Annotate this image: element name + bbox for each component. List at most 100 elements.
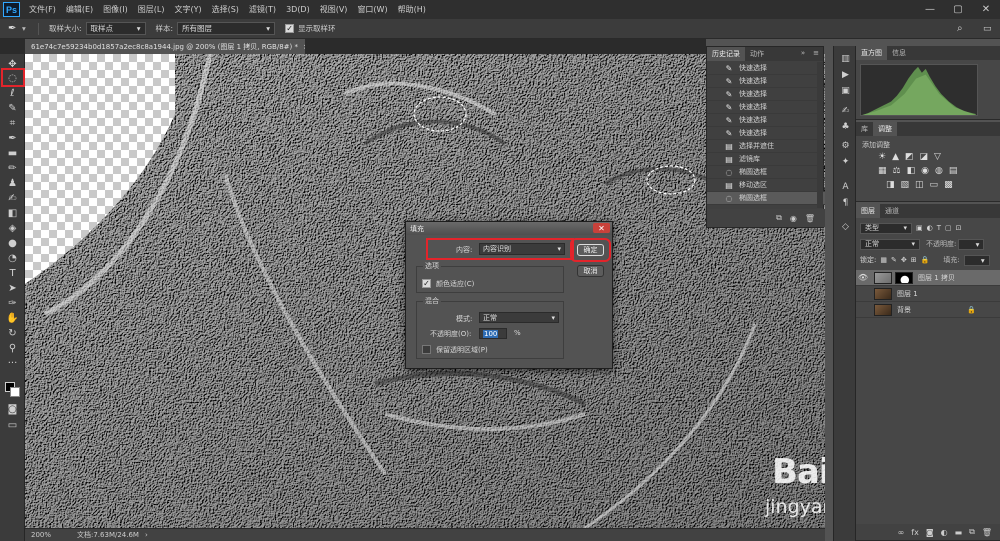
menu-help[interactable]: 帮助(H) — [393, 4, 431, 15]
history-item[interactable]: ✎ 快速选择 — [707, 127, 825, 140]
3d-panel-icon[interactable]: ◇ — [838, 220, 853, 233]
cancel-button[interactable]: 取消 — [577, 265, 604, 277]
trash-icon[interactable]: 🗑 — [982, 528, 992, 537]
invert-icon[interactable]: ◨ — [886, 180, 895, 190]
filter-type-icon[interactable]: T — [937, 224, 941, 232]
menu-window[interactable]: 窗口(W) — [352, 4, 392, 15]
status-menu-arrow-icon[interactable]: › — [145, 531, 148, 539]
type-tool-icon[interactable]: T — [3, 267, 22, 280]
new-document-from-state-icon[interactable]: ⧉ — [776, 213, 782, 223]
zoom-level[interactable]: 200% — [31, 531, 71, 539]
new-layer-icon[interactable]: ⧉ — [969, 527, 975, 537]
quick-mask-icon[interactable]: ◙ — [3, 403, 22, 416]
gradient-map-icon[interactable]: ▭ — [930, 180, 939, 190]
tab-libraries[interactable]: 库 — [856, 122, 873, 136]
history-item[interactable]: ✎ 快速选择 — [707, 62, 825, 75]
sample-select[interactable]: 所有图层 ▾ — [177, 22, 276, 35]
history-item[interactable]: ✎ 快速选择 — [707, 75, 825, 88]
eyedropper-tool-icon[interactable]: ✒ — [3, 132, 22, 145]
rotate-view-tool-icon[interactable]: ↻ — [3, 327, 22, 340]
add-mask-icon[interactable]: ◙ — [926, 528, 934, 537]
lock-position-icon[interactable]: ✥ — [901, 256, 907, 264]
layer-row[interactable]: 图层 1 — [856, 286, 1000, 302]
exposure-icon[interactable]: ◪ — [920, 152, 929, 162]
background-color-swatch[interactable] — [10, 387, 20, 397]
menu-3d[interactable]: 3D(D) — [281, 5, 315, 14]
tool-preset-icon[interactable]: ⚙ — [838, 139, 853, 152]
lock-all-icon[interactable]: 🔒 — [921, 256, 930, 264]
history-item[interactable]: ◌ 椭圆选框 — [707, 192, 825, 205]
path-selection-tool-icon[interactable]: ➤ — [3, 282, 22, 295]
panel-menu-icon[interactable]: ≡ — [809, 47, 823, 61]
history-scrollbar[interactable] — [817, 62, 823, 208]
blur-tool-icon[interactable]: ● — [3, 237, 22, 250]
clone-stamp-tool-icon[interactable]: ♟ — [3, 177, 22, 190]
history-item[interactable]: ◌ 椭圆选框 — [707, 166, 825, 179]
color-lookup-icon[interactable]: ▤ — [949, 166, 958, 176]
eraser-tool-icon[interactable]: ◧ — [3, 207, 22, 220]
tab-adjustments[interactable]: 调整 — [873, 122, 897, 136]
sample-size-select[interactable]: 取样点 ▾ — [85, 22, 146, 35]
lock-artboard-icon[interactable]: ⊞ — [911, 256, 917, 264]
tab-histogram[interactable]: 直方图 — [856, 46, 887, 60]
menu-file[interactable]: 文件(F) — [24, 4, 61, 15]
menu-layer[interactable]: 图层(L) — [133, 4, 170, 15]
history-item[interactable]: ▤ 滤镜库 — [707, 153, 825, 166]
fill-dialog-titlebar[interactable]: 填充 — [406, 222, 612, 235]
lock-paint-icon[interactable]: ✎ — [891, 256, 897, 264]
search-icon[interactable]: ⌕ — [957, 23, 963, 34]
dialog-close-button[interactable]: ✕ — [593, 223, 610, 233]
hue-saturation-icon[interactable]: ▦ — [878, 166, 887, 176]
screen-mode-icon[interactable]: ▭ — [3, 419, 22, 432]
camera-snapshot-icon[interactable]: ◉ — [790, 214, 797, 223]
lasso-tool-icon[interactable]: ℓ — [3, 87, 22, 100]
filter-smart-icon[interactable]: ⊡ — [956, 224, 962, 232]
quick-selection-tool-icon[interactable]: ✎ — [3, 102, 22, 115]
history-item[interactable]: ▤ 选择并遮住 — [707, 140, 825, 153]
color-balance-icon[interactable]: ⚖ — [893, 166, 901, 176]
eyedropper-icon[interactable]: ✒ — [8, 23, 22, 34]
vibrance-icon[interactable]: ▽ — [934, 152, 941, 162]
paragraph-panel-icon[interactable]: ¶ — [838, 196, 853, 209]
close-tab-icon[interactable]: × — [303, 43, 305, 51]
character-panel-icon[interactable]: A — [838, 180, 853, 193]
menu-type[interactable]: 文字(Y) — [169, 4, 206, 15]
dodge-tool-icon[interactable]: ◔ — [3, 252, 22, 265]
tab-info[interactable]: 信息 — [887, 46, 911, 60]
brush-icon[interactable]: ✦ — [838, 155, 853, 168]
filter-shape-icon[interactable]: ▢ — [945, 224, 952, 232]
filter-pixel-icon[interactable]: ▣ — [916, 224, 923, 232]
tab-channels[interactable]: 通道 — [880, 204, 904, 218]
maximize-button[interactable]: ▢ — [944, 0, 972, 19]
tab-layers[interactable]: 图层 — [856, 204, 880, 218]
layer-row[interactable]: 背景 🔒 — [856, 302, 1000, 318]
layer-fill-field[interactable]: ▾ — [963, 254, 990, 266]
histogram-panel-icon[interactable]: ▥ — [838, 52, 853, 65]
workspace-icon[interactable]: ▭ — [983, 24, 992, 34]
layer-style-icon[interactable]: fx — [911, 528, 919, 537]
menu-edit[interactable]: 编辑(E) — [61, 4, 98, 15]
trash-icon[interactable]: 🗑 — [805, 214, 815, 223]
menu-select[interactable]: 选择(S) — [207, 4, 244, 15]
history-item[interactable]: ✎ 快速选择 — [707, 88, 825, 101]
filter-adjust-icon[interactable]: ◐ — [927, 224, 933, 232]
posterize-icon[interactable]: ▧ — [901, 180, 910, 190]
clone-source-icon[interactable]: ♣ — [838, 120, 853, 133]
history-item[interactable]: ✎ 快速选择 — [707, 114, 825, 127]
new-adjustment-icon[interactable]: ◐ — [941, 528, 948, 537]
play-icon[interactable]: ▶ — [838, 68, 853, 81]
pen-tool-icon[interactable]: ✑ — [3, 297, 22, 310]
more-tools-icon[interactable]: ··· — [3, 357, 22, 370]
panel-collapse-icon[interactable]: » — [797, 47, 809, 61]
channel-mixer-icon[interactable]: ◍ — [935, 166, 943, 176]
menu-image[interactable]: 图像(I) — [98, 4, 133, 15]
tab-actions[interactable]: 动作 — [745, 47, 769, 61]
link-layers-icon[interactable]: ∞ — [898, 528, 905, 537]
layer-opacity-field[interactable]: ▾ — [958, 238, 985, 250]
close-window-button[interactable]: ✕ — [972, 0, 1000, 19]
photo-filter-icon[interactable]: ◉ — [921, 166, 929, 176]
minimize-button[interactable]: — — [916, 0, 944, 19]
threshold-icon[interactable]: ◫ — [915, 180, 924, 190]
black-white-icon[interactable]: ◧ — [907, 166, 916, 176]
visibility-eye-icon[interactable]: 👁 — [856, 273, 870, 282]
